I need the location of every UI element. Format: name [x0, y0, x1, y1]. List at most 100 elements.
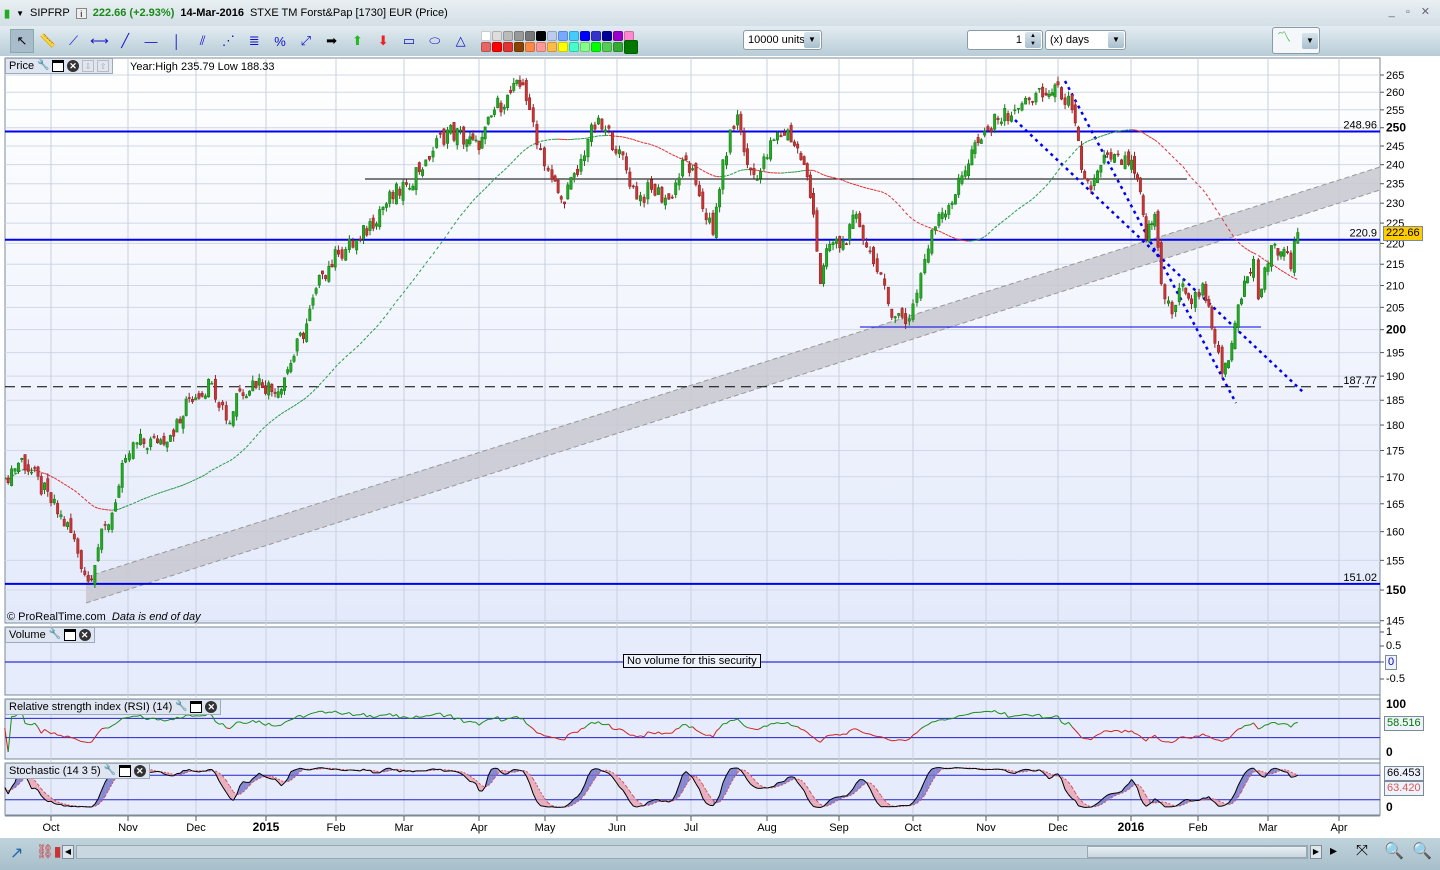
color-swatch[interactable] — [503, 42, 513, 52]
zoom-out-icon[interactable]: 🔍 — [1384, 841, 1404, 861]
color-swatch[interactable] — [536, 42, 546, 52]
wrench-icon[interactable]: 🔧 — [37, 60, 49, 72]
period-value-stepper[interactable]: 1 ▲ ▼ — [967, 30, 1043, 50]
period-unit-select[interactable]: (x) days ▼ — [1045, 30, 1126, 50]
color-swatch[interactable] — [536, 31, 546, 41]
window-icon[interactable] — [63, 629, 76, 641]
fibonacci-tool-button[interactable]: ≣ — [242, 29, 266, 53]
segment-tool-button[interactable]: ⟋ — [62, 29, 86, 53]
candle — [607, 125, 611, 129]
window-controls[interactable]: _ ▫ ✕ — [1389, 5, 1434, 18]
color-swatch[interactable] — [481, 31, 491, 41]
color-swatch[interactable] — [591, 31, 601, 41]
color-swatch[interactable] — [525, 31, 535, 41]
color-swatch[interactable] — [602, 31, 612, 41]
chevron-down-icon[interactable]: ▼ — [16, 9, 24, 18]
close-icon[interactable]: ✕ — [133, 765, 146, 777]
moving-average-segment — [101, 508, 106, 511]
fan-tool-button[interactable]: ⋰ — [216, 29, 240, 53]
rectangle-tool-button[interactable]: ▭ — [397, 29, 421, 53]
candle — [765, 157, 769, 159]
arrow-up-tool-button[interactable]: ⬆ — [345, 29, 369, 53]
color-swatch[interactable] — [558, 31, 568, 41]
arrow-right-tool-button[interactable]: ➡ — [320, 29, 344, 53]
period-value: 1 — [1015, 34, 1022, 46]
color-swatch[interactable] — [525, 42, 535, 52]
candle — [194, 397, 198, 401]
candle — [100, 528, 104, 550]
close-icon[interactable]: ✕ — [205, 701, 218, 713]
color-swatch[interactable] — [558, 42, 568, 52]
channel-tool-button[interactable]: ⫽ — [191, 29, 215, 53]
close-icon[interactable]: ✕ — [78, 629, 91, 641]
window-icon[interactable] — [118, 765, 131, 777]
play-icon[interactable]: ▸ — [1330, 842, 1337, 859]
horizontal-segment-tool-button[interactable]: ⟷ — [87, 29, 111, 53]
percent-tool-button[interactable]: % — [268, 29, 292, 53]
candle — [1207, 299, 1211, 307]
candle — [362, 225, 365, 239]
x-tick-label: Oct — [42, 822, 59, 834]
arrow-down-tool-button[interactable]: ⬇ — [371, 29, 395, 53]
chevron-down-icon[interactable]: ▼ — [1302, 33, 1318, 49]
candle — [576, 168, 579, 175]
chevron-down-icon[interactable]: ▼ — [804, 32, 820, 48]
color-swatch[interactable] — [602, 42, 612, 52]
window-icon[interactable] — [52, 60, 65, 72]
rsi-line-segment — [753, 728, 758, 731]
color-swatch[interactable] — [481, 42, 491, 52]
triangle-tool-button[interactable]: △ — [449, 29, 473, 53]
candle — [462, 126, 466, 145]
color-swatch[interactable] — [624, 40, 638, 54]
candle — [900, 308, 904, 318]
symbol[interactable]: SIPFRP — [30, 7, 70, 19]
wrench-icon[interactable]: 🔧 — [175, 701, 187, 713]
color-swatch[interactable] — [569, 42, 579, 52]
wrench-icon[interactable]: 🔧 — [49, 629, 61, 641]
wrench-icon[interactable]: 🔧 — [104, 765, 116, 777]
color-swatch[interactable] — [503, 31, 513, 41]
close-icon[interactable]: ✕ — [67, 60, 80, 72]
color-swatch[interactable] — [569, 31, 579, 41]
candle — [610, 131, 614, 150]
info-icon[interactable]: i — [75, 7, 87, 19]
candlestick-icon[interactable]: ▮ — [4, 7, 10, 20]
color-swatch[interactable] — [580, 42, 590, 52]
color-swatch[interactable] — [613, 42, 623, 52]
export-chart-icon[interactable]: ↗ — [10, 843, 23, 863]
ellipse-tool-button[interactable]: ⬭ — [423, 29, 447, 53]
resize-tool-button[interactable]: ⤢ — [294, 29, 318, 53]
color-swatch[interactable] — [547, 31, 557, 41]
color-swatch[interactable] — [591, 42, 601, 52]
color-swatch[interactable] — [514, 31, 524, 41]
rsi-line-segment — [192, 715, 196, 717]
scrollbar-thumb[interactable] — [1087, 846, 1307, 858]
candle — [1116, 153, 1120, 156]
color-swatch[interactable] — [613, 31, 623, 41]
color-swatch[interactable] — [580, 31, 590, 41]
stepper-icon[interactable]: ▲ ▼ — [1025, 32, 1041, 48]
color-swatch[interactable] — [514, 42, 524, 52]
horizontal-line-tool-button[interactable]: — — [139, 29, 163, 53]
color-swatch[interactable] — [492, 42, 502, 52]
pointer-tool-button[interactable]: ↖ — [10, 29, 34, 53]
quantity-select[interactable]: 10000 units ▼ — [743, 30, 822, 50]
ruler-tool-button[interactable]: 📏 — [36, 29, 60, 53]
zoom-in-icon[interactable]: 🔍 — [1412, 841, 1432, 861]
y-tick-label: 255 — [1386, 105, 1404, 117]
indicators-button[interactable]: 〽 ▼ — [1272, 27, 1320, 54]
chart-canvas[interactable]: 1451501551601651701751801851901952002052… — [0, 0, 1440, 870]
color-swatch[interactable] — [492, 31, 502, 41]
horizontal-scrollbar[interactable] — [76, 845, 1308, 859]
scroll-right-button[interactable]: ▶ — [1310, 845, 1322, 859]
vertical-line-tool-button[interactable]: │ — [165, 29, 189, 53]
color-swatch[interactable] — [547, 42, 557, 52]
scroll-left-button[interactable]: ◀ — [62, 845, 74, 859]
zoom-fit-icon[interactable]: ⤧ — [1356, 842, 1368, 859]
chart-type-icon[interactable]: ⛓▮ — [36, 843, 61, 860]
window-icon[interactable] — [190, 701, 203, 713]
line-tool-button[interactable]: ╱ — [113, 29, 137, 53]
candle — [449, 125, 453, 134]
chevron-down-icon[interactable]: ▼ — [1108, 32, 1124, 48]
candle — [1220, 346, 1224, 374]
